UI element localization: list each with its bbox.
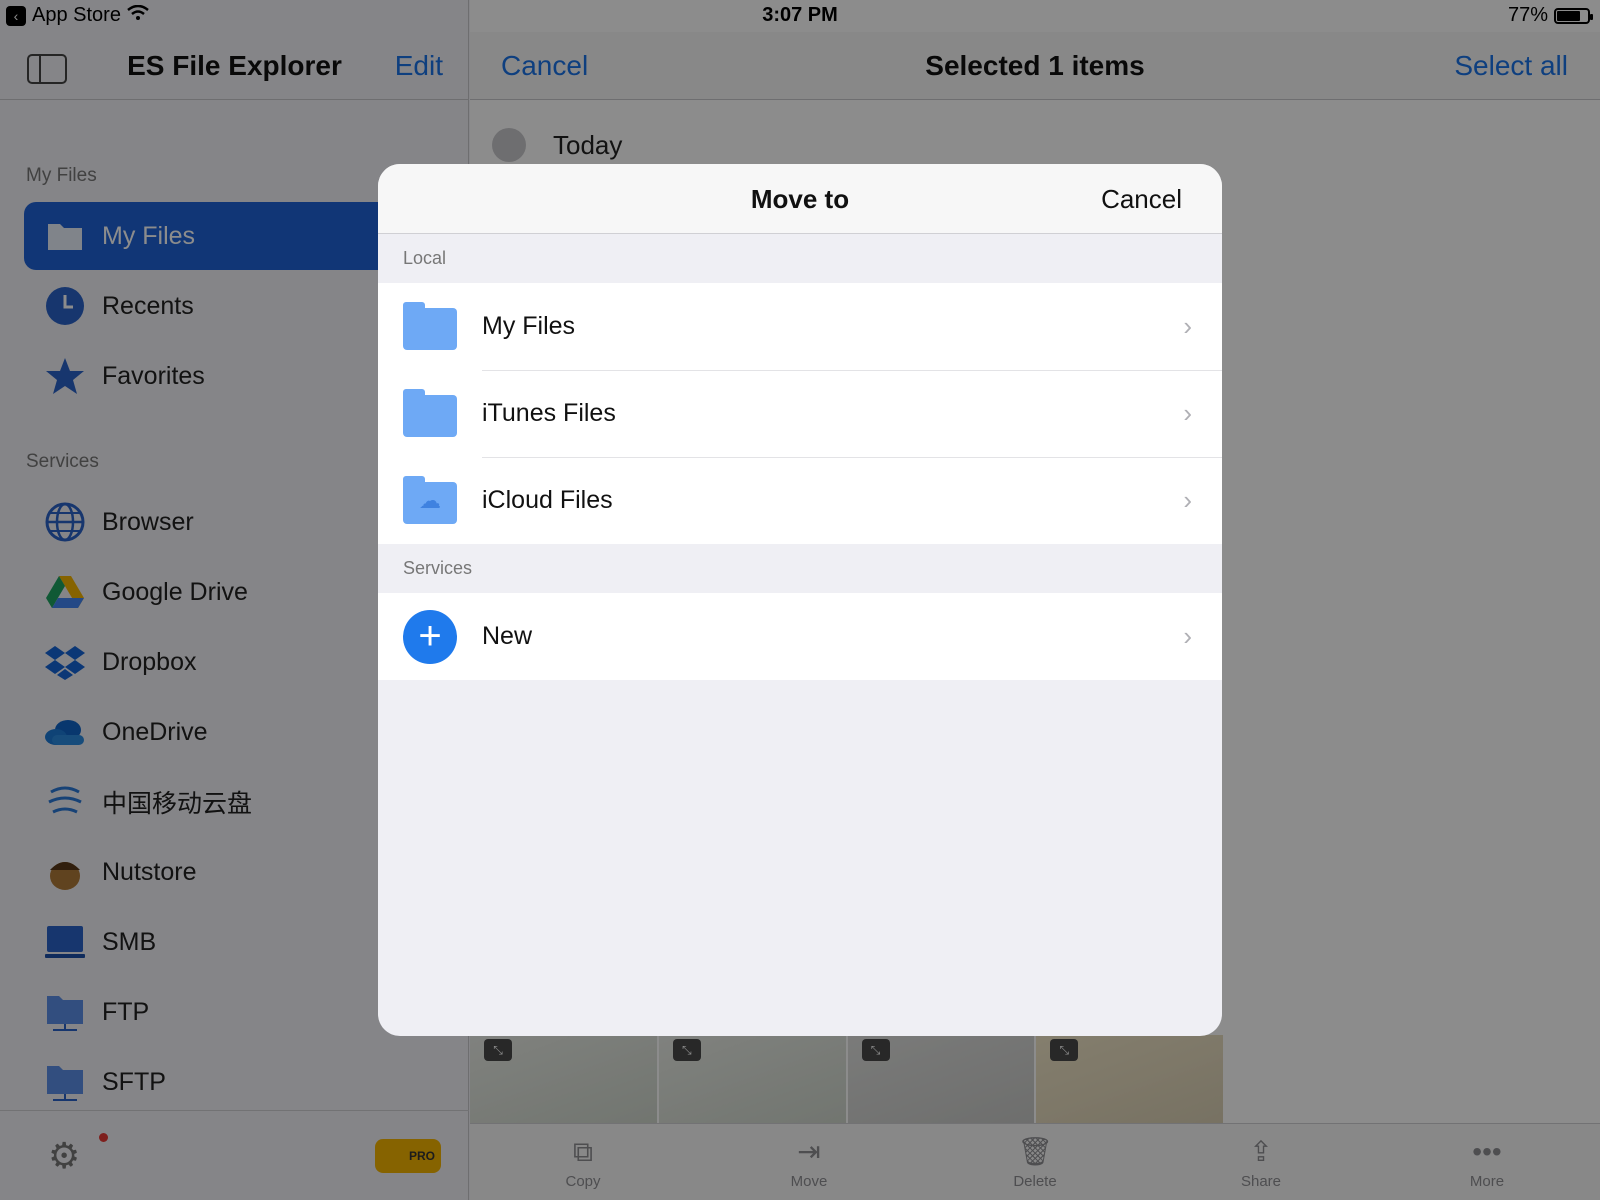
move-to-dialog: Move to Cancel Local My Files › iTunes F…	[378, 164, 1222, 1036]
plus-icon: +	[403, 609, 457, 664]
local-section-label: Local	[403, 248, 447, 268]
dialog-header: Move to Cancel	[378, 164, 1222, 234]
destination-icloud-files[interactable]: ☁ iCloud Files ›	[378, 457, 1222, 544]
icloud-folder-icon: ☁	[403, 475, 457, 524]
dialog-cancel-button[interactable]: Cancel	[1101, 184, 1182, 215]
destination-label: My Files	[482, 312, 576, 340]
chevron-right-icon: ›	[1183, 621, 1192, 651]
chevron-right-icon: ›	[1183, 485, 1192, 515]
destination-label: iTunes Files	[482, 399, 616, 427]
itunes-folder-icon	[403, 388, 457, 437]
chevron-right-icon: ›	[1183, 311, 1192, 341]
destination-itunes-files[interactable]: iTunes Files ›	[378, 370, 1222, 457]
folder-icon	[403, 301, 457, 350]
destination-label: New	[482, 622, 533, 650]
services-section-label: Services	[403, 558, 473, 578]
destination-label: iCloud Files	[482, 486, 613, 514]
chevron-right-icon: ›	[1183, 398, 1192, 428]
add-new-service[interactable]: + New ›	[378, 593, 1222, 680]
destination-my-files[interactable]: My Files ›	[378, 283, 1222, 370]
dialog-title: Move to	[750, 184, 850, 214]
